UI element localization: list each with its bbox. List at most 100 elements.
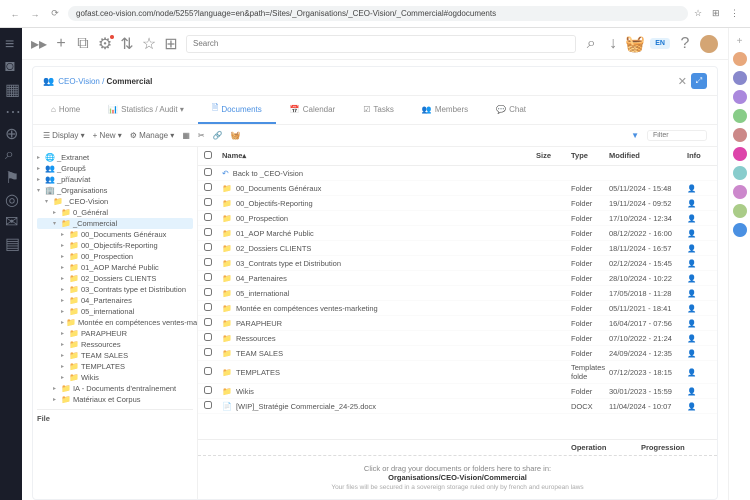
tool-cut-icon[interactable]: ✂: [198, 131, 205, 140]
row-checkbox[interactable]: [204, 401, 212, 409]
row-checkbox[interactable]: [204, 318, 212, 326]
new-button[interactable]: + New ▾: [93, 131, 122, 140]
presence-avatar[interactable]: [733, 109, 747, 123]
dropzone[interactable]: Click or drag your documents or folders …: [198, 455, 717, 499]
display-button[interactable]: ☰ Display ▾: [43, 131, 85, 140]
tree-node[interactable]: ▾📁_Commercial: [37, 218, 193, 229]
help-icon[interactable]: ?: [678, 37, 692, 51]
close-icon[interactable]: ✕: [678, 75, 687, 88]
star2-icon[interactable]: ☆: [142, 37, 156, 51]
presence-avatar[interactable]: [733, 90, 747, 104]
presence-avatar[interactable]: [733, 52, 747, 66]
expand-button[interactable]: ⤢: [691, 73, 707, 89]
tree-node[interactable]: ▸📁IA - Documents d'entraînement: [37, 383, 193, 394]
select-all-checkbox[interactable]: [204, 151, 212, 159]
address-bar[interactable]: gofast.ceo-vision.com/node/5255?language…: [68, 6, 688, 21]
manage-button[interactable]: ⚙ Manage ▾: [130, 131, 175, 140]
search-input[interactable]: [186, 35, 576, 53]
tree-node[interactable]: ▸📁Wikis: [37, 372, 193, 383]
tree-node[interactable]: ▸📁01_AOP Marché Public: [37, 262, 193, 273]
rail-home-icon[interactable]: ≡: [5, 36, 17, 48]
table-row[interactable]: 📁PARAPHEURFolder16/04/2017 - 07:56👤: [198, 316, 717, 331]
forward-icon[interactable]: →: [28, 7, 42, 21]
reload-icon[interactable]: ⟳: [48, 7, 62, 21]
tab-chat[interactable]: 💬 Chat: [482, 96, 540, 124]
row-checkbox[interactable]: [204, 288, 212, 296]
rail-dots-icon[interactable]: ⋯: [5, 102, 17, 114]
row-checkbox[interactable]: [204, 333, 212, 341]
tab-tasks[interactable]: ☑ Tasks: [349, 96, 408, 124]
table-row[interactable]: 📄[WIP]_Stratégie Commerciale_24-25.docxD…: [198, 399, 717, 414]
row-checkbox[interactable]: [204, 367, 212, 375]
rail-chat-icon[interactable]: ✉: [5, 212, 17, 224]
gear-icon[interactable]: ⚙: [98, 37, 112, 51]
rail-search-icon[interactable]: ⌕: [5, 146, 17, 158]
table-row[interactable]: 📁RessourcesFolder07/10/2022 - 21:24👤: [198, 331, 717, 346]
avatar[interactable]: [700, 35, 718, 53]
filter-icon[interactable]: ▼: [631, 131, 639, 140]
tree-node[interactable]: ▾📁_CEO-Vision: [37, 196, 193, 207]
rail-folder-icon[interactable]: ▦: [5, 80, 17, 92]
tree-node[interactable]: ▸📁Montée en compétences ventes-marketing: [37, 317, 193, 328]
table-row[interactable]: ↶Back to _CEO-Vision: [198, 166, 717, 181]
tool-grid-icon[interactable]: ▦: [182, 131, 190, 140]
col-type[interactable]: Type: [571, 151, 609, 161]
row-checkbox[interactable]: [204, 258, 212, 266]
table-row[interactable]: 📁Montée en compétences ventes-marketingF…: [198, 301, 717, 316]
table-row[interactable]: 📁04_PartenairesFolder28/10/2024 - 10:22👤: [198, 271, 717, 286]
ext-icon[interactable]: ⊞: [712, 8, 724, 20]
tree-node[interactable]: ▸🌐_Extranet: [37, 152, 193, 163]
col-name[interactable]: Name▴: [222, 151, 536, 161]
table-row[interactable]: 📁WikisFolder30/01/2023 - 15:59👤: [198, 384, 717, 399]
tree-node[interactable]: ▸📁TEMPLATES: [37, 361, 193, 372]
presence-avatar[interactable]: [733, 185, 747, 199]
add-contact-icon[interactable]: +: [737, 36, 743, 47]
tab-statistics-audit-[interactable]: 📊 Statistics / Audit ▾: [94, 96, 198, 124]
tree-node[interactable]: ▸👥_příauvíat: [37, 174, 193, 185]
table-row[interactable]: 📁05_internationalFolder17/05/2018 - 11:2…: [198, 286, 717, 301]
row-checkbox[interactable]: [204, 228, 212, 236]
table-row[interactable]: 📁00_ProspectionFolder17/10/2024 - 12:34👤: [198, 211, 717, 226]
table-row[interactable]: 📁01_AOP Marché PublicFolder08/12/2022 - …: [198, 226, 717, 241]
rail-cal-icon[interactable]: ▤: [5, 234, 17, 246]
row-checkbox[interactable]: [204, 168, 212, 176]
table-row[interactable]: 📁03_Contrats type et DistributionFolder0…: [198, 256, 717, 271]
rail-dash-icon[interactable]: ◙: [5, 58, 17, 70]
table-row[interactable]: 📁TEAM SALESFolder24/09/2024 - 12:35👤: [198, 346, 717, 361]
stack-icon[interactable]: ⧉: [76, 37, 90, 51]
rail-globe-icon[interactable]: ⊕: [5, 124, 17, 136]
row-checkbox[interactable]: [204, 213, 212, 221]
download-icon[interactable]: ↓: [606, 37, 620, 51]
tree-node[interactable]: ▸📁00_Prospection: [37, 251, 193, 262]
rail-ring-icon[interactable]: ◎: [5, 190, 17, 202]
tree-node[interactable]: ▸👥_Groupš: [37, 163, 193, 174]
back-icon[interactable]: ←: [8, 7, 22, 21]
tree-node[interactable]: ▾🏢_Organisations: [37, 185, 193, 196]
col-size[interactable]: Size: [536, 151, 571, 161]
tool-basket-icon[interactable]: 🧺: [231, 131, 241, 140]
row-checkbox[interactable]: [204, 348, 212, 356]
star-icon[interactable]: ☆: [694, 8, 706, 20]
presence-avatar[interactable]: [733, 71, 747, 85]
lang-badge[interactable]: EN: [650, 38, 670, 49]
tree-node[interactable]: ▸📁0_Général: [37, 207, 193, 218]
tree-node[interactable]: ▸📁04_Partenaires: [37, 295, 193, 306]
row-checkbox[interactable]: [204, 273, 212, 281]
col-info[interactable]: Info: [687, 151, 711, 161]
row-checkbox[interactable]: [204, 183, 212, 191]
plus-icon[interactable]: +: [54, 37, 68, 51]
presence-avatar[interactable]: [733, 166, 747, 180]
tree-node[interactable]: ▸📁TEAM SALES: [37, 350, 193, 361]
tree-node[interactable]: ▸📁00_Documents Généraux: [37, 229, 193, 240]
search-btn-icon[interactable]: ⌕: [584, 37, 598, 51]
presence-avatar[interactable]: [733, 128, 747, 142]
table-row[interactable]: 📁02_Dossiers CLIENTSFolder18/11/2024 - 1…: [198, 241, 717, 256]
tree-node[interactable]: ▸📁03_Contrats type et Distribution: [37, 284, 193, 295]
row-checkbox[interactable]: [204, 386, 212, 394]
tab-documents[interactable]: 🗎 Documents: [198, 96, 276, 124]
tree-node[interactable]: ▸📁PARAPHEUR: [37, 328, 193, 339]
presence-avatar[interactable]: [733, 147, 747, 161]
rail-flag-icon[interactable]: ⚑: [5, 168, 17, 180]
tree-node[interactable]: ▸📁05_international: [37, 306, 193, 317]
tree-node[interactable]: ▸📁00_Objectifs-Reporting: [37, 240, 193, 251]
